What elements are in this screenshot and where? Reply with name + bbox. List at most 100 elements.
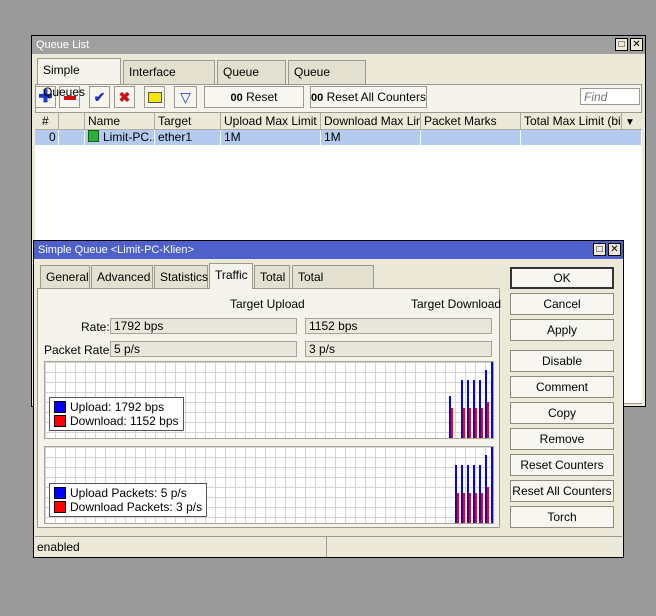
tab-total-statistics[interactable]: Total Statistics bbox=[292, 265, 374, 306]
tab-queue-tree[interactable]: Queue Tree bbox=[217, 60, 286, 101]
tab-total[interactable]: Total bbox=[254, 265, 290, 289]
download-bar bbox=[463, 493, 465, 523]
row-number: 0 bbox=[35, 130, 59, 145]
tab-general[interactable]: General bbox=[40, 265, 90, 289]
disable-button[interactable]: Disable bbox=[510, 350, 614, 372]
download-bar bbox=[469, 408, 471, 438]
rate-label: Rate: bbox=[81, 320, 110, 334]
download-bar bbox=[475, 493, 477, 523]
find-input[interactable] bbox=[580, 88, 640, 105]
download-bar bbox=[475, 408, 477, 438]
download-bar bbox=[493, 392, 494, 438]
column-menu-button[interactable]: ▼ bbox=[622, 113, 642, 129]
row-target: ether1 bbox=[155, 130, 221, 145]
row-download-max-limit: 1M bbox=[321, 130, 421, 145]
upload-swatch bbox=[54, 487, 66, 499]
status-bar: enabled bbox=[35, 536, 622, 557]
legend-download-text: Download: 1152 bps bbox=[70, 414, 179, 428]
ok-button[interactable]: OK bbox=[510, 267, 614, 289]
tab-advanced[interactable]: Advanced bbox=[91, 265, 153, 289]
packet-graph-legend: Upload Packets: 5 p/s Download Packets: … bbox=[49, 483, 208, 517]
apply-button[interactable]: Apply bbox=[510, 319, 614, 341]
enable-button[interactable]: ✔ bbox=[89, 86, 110, 108]
filter-button[interactable]: ▽ bbox=[174, 86, 197, 108]
counter-icon: 00 bbox=[311, 92, 324, 104]
tab-statistics[interactable]: Statistics bbox=[154, 265, 208, 289]
remove-button[interactable]: Remove bbox=[510, 428, 614, 450]
col-number[interactable]: # bbox=[35, 113, 59, 129]
row-name: Limit-PC... bbox=[85, 130, 155, 145]
simple-queue-title: Simple Queue <Limit-PC-Klien> bbox=[38, 244, 194, 256]
download-swatch bbox=[54, 415, 66, 427]
reset-counters-button[interactable]: Reset Counters bbox=[510, 454, 614, 476]
table-row[interactable]: 0 Limit-PC... ether1 1M 1M bbox=[35, 130, 642, 145]
target-upload-label: Target Upload bbox=[230, 297, 305, 311]
reset-all-counters-button[interactable]: 00 Reset All Counters bbox=[310, 86, 427, 108]
col-flag[interactable] bbox=[59, 113, 85, 129]
filter-icon: ▽ bbox=[180, 89, 191, 105]
close-icon[interactable]: ✕ bbox=[630, 38, 643, 51]
packet-rate-upload-field: 5 p/s bbox=[110, 341, 297, 357]
legend-download: Download: 1152 bps bbox=[54, 414, 179, 428]
rate-graph-legend: Upload: 1792 bps Download: 1152 bps bbox=[49, 397, 184, 431]
comment-button[interactable] bbox=[144, 86, 165, 108]
legend-upload-packets-text: Upload Packets: 5 p/s bbox=[70, 486, 187, 500]
row-name-text: Limit-PC... bbox=[103, 130, 155, 144]
tab-label: Advanced bbox=[97, 270, 151, 284]
queue-list-titlebar[interactable]: Queue List □ ✕ bbox=[32, 36, 645, 54]
packet-rate-label: Packet Rate: bbox=[44, 343, 113, 357]
maximize-icon[interactable]: □ bbox=[593, 243, 606, 256]
download-bar bbox=[481, 408, 483, 438]
row-upload-max-limit: 1M bbox=[221, 130, 321, 145]
target-download-label: Target Download bbox=[411, 297, 502, 311]
tab-queue-types[interactable]: Queue Types bbox=[288, 60, 366, 101]
disable-button[interactable]: ✖ bbox=[114, 86, 135, 108]
cancel-button[interactable]: Cancel bbox=[510, 293, 614, 315]
row-flag bbox=[59, 130, 85, 145]
close-icon[interactable]: ✕ bbox=[608, 243, 621, 256]
queue-icon bbox=[88, 130, 99, 142]
col-target[interactable]: Target bbox=[155, 113, 221, 129]
download-bar bbox=[469, 493, 471, 523]
torch-button[interactable]: Torch bbox=[510, 506, 614, 528]
status-divider bbox=[326, 537, 327, 557]
dropdown-arrow-icon: ▼ bbox=[625, 117, 635, 128]
download-bar bbox=[487, 487, 489, 523]
table-header: # Name Target Upload Max Limit Download … bbox=[35, 113, 642, 130]
packet-graph: Upload Packets: 5 p/s Download Packets: … bbox=[44, 446, 494, 524]
rate-upload-field: 1792 bps bbox=[110, 318, 297, 334]
tab-label: Statistics bbox=[160, 270, 209, 284]
tab-label: Simple Queues bbox=[43, 63, 86, 99]
copy-button[interactable]: Copy bbox=[510, 402, 614, 424]
counter-icon: 00 bbox=[230, 92, 243, 104]
download-swatch bbox=[54, 501, 66, 513]
tab-label: Total bbox=[260, 270, 286, 284]
legend-download-packets: Download Packets: 3 p/s bbox=[54, 500, 202, 514]
tab-simple-queues[interactable]: Simple Queues bbox=[37, 58, 121, 99]
reset-counters-button[interactable]: 00 Reset Counters bbox=[204, 86, 304, 125]
col-download-max-limit[interactable]: Download Max Limit bbox=[321, 113, 421, 129]
col-packet-marks[interactable]: Packet Marks bbox=[421, 113, 521, 129]
tab-traffic[interactable]: Traffic bbox=[209, 263, 253, 289]
download-bar bbox=[457, 493, 459, 523]
legend-upload: Upload: 1792 bps bbox=[54, 400, 179, 414]
rate-graph: Upload: 1792 bps Download: 1152 bps bbox=[44, 361, 494, 439]
download-bar bbox=[451, 408, 453, 438]
reset-all-counters-button[interactable]: Reset All Counters bbox=[510, 480, 614, 502]
maximize-icon[interactable]: □ bbox=[615, 38, 628, 51]
row-packet-marks bbox=[421, 130, 521, 145]
download-bar bbox=[481, 493, 483, 523]
comment-button[interactable]: Comment bbox=[510, 376, 614, 398]
simple-queue-titlebar[interactable]: Simple Queue <Limit-PC-Klien> □ ✕ bbox=[34, 241, 623, 259]
packet-rate-download-field: 3 p/s bbox=[305, 341, 492, 357]
note-icon bbox=[147, 92, 162, 104]
upload-swatch bbox=[54, 401, 66, 413]
download-bar bbox=[487, 402, 489, 438]
download-bar bbox=[493, 477, 494, 523]
col-upload-max-limit[interactable]: Upload Max Limit bbox=[221, 113, 321, 129]
tab-interface-queues[interactable]: Interface Queues bbox=[123, 60, 215, 101]
col-name[interactable]: Name bbox=[85, 113, 155, 129]
col-total-max-limit[interactable]: Total Max Limit (bi... bbox=[521, 113, 622, 129]
row-total-max-limit bbox=[521, 130, 642, 145]
status-text: enabled bbox=[37, 540, 80, 554]
